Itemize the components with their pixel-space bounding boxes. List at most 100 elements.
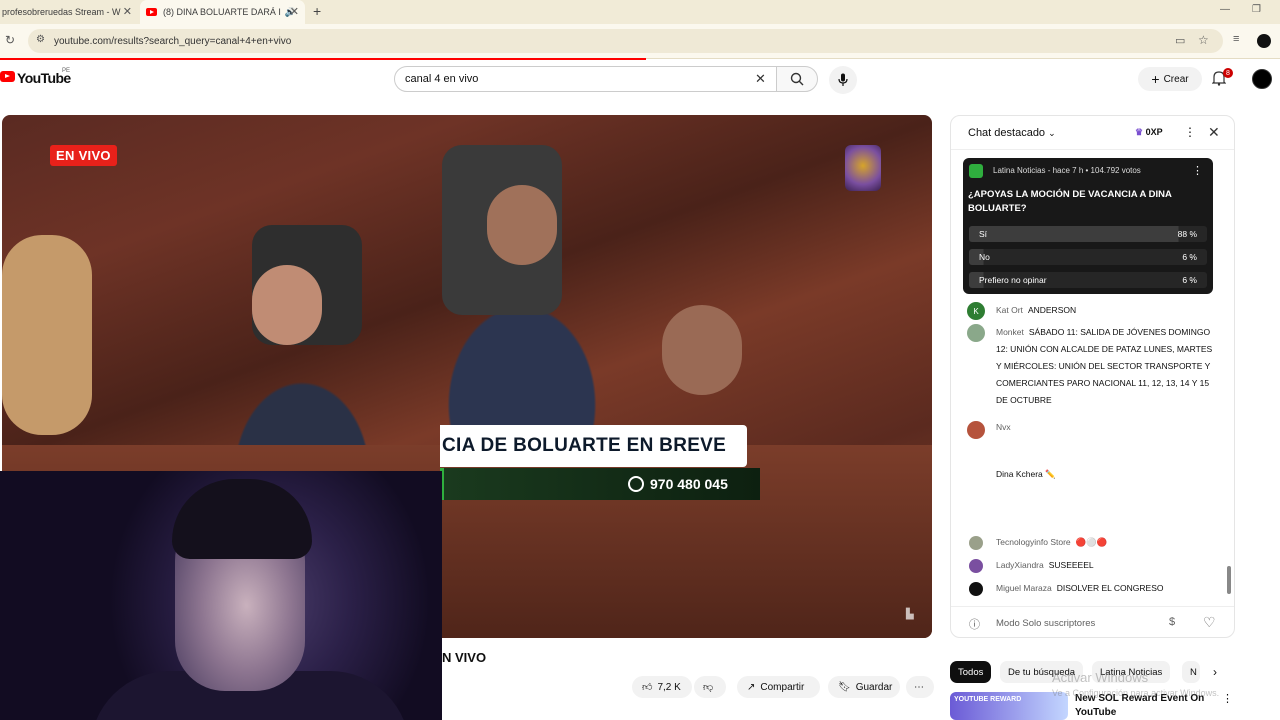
chat-author[interactable]: Monket (996, 327, 1024, 337)
poll-question: ¿APOYAS LA MOCIÓN DE VACANCIA A DINA BOL… (968, 189, 1172, 214)
minimize-icon[interactable]: — (1220, 4, 1230, 15)
chat-avatar[interactable] (967, 324, 985, 342)
notification-count-badge: 8 (1223, 68, 1233, 78)
tab-title: profesobreruedas Stream - W (2, 7, 121, 17)
address-bar[interactable]: ⚙ youtube.com/results?search_query=canal… (28, 29, 1223, 53)
new-tab-icon[interactable]: + (313, 3, 321, 19)
create-button[interactable]: + Crear (1138, 67, 1202, 91)
windows-activation-subtext: Ve a Configuración para activar Windows. (1052, 688, 1220, 698)
tab-dina-boluarte[interactable]: (8) DINA BOLUARTE DARÁ I 🔊 ✕ (140, 0, 305, 24)
tab-close-icon[interactable]: ✕ (123, 5, 132, 18)
recommendation-more-icon[interactable]: ⋮ (1222, 692, 1233, 705)
voice-search-button[interactable] (829, 66, 857, 94)
microphone-icon (838, 73, 848, 86)
chat-poll-card: Latina Noticias - hace 7 h • 104.792 vot… (963, 158, 1213, 294)
chevron-right-icon[interactable]: › (1213, 665, 1217, 679)
reload-icon[interactable]: ↻ (5, 33, 15, 47)
region-code: PE (62, 68, 71, 74)
chat-author[interactable]: Miguel Maraza (996, 583, 1052, 593)
poll-option-prefiero-no-opinar[interactable]: Prefiero no opinar 6 % (969, 272, 1207, 288)
share-button[interactable]: ↗ Compartir (737, 676, 820, 698)
chip-todos[interactable]: Todos (950, 661, 992, 683)
crown-icon: ♛ (1135, 127, 1144, 137)
chat-message: Tecnologyinfo Store 🔴⚪🔴 (996, 534, 1234, 551)
phone-number: 970 480 045 (650, 476, 728, 492)
share-label: Compartir (760, 681, 805, 693)
info-icon[interactable]: ⓘ (969, 616, 980, 632)
address-bar-area: ↻ ⚙ youtube.com/results?search_query=can… (0, 24, 1280, 59)
chat-author[interactable]: Kat Ort (996, 305, 1023, 315)
person-left-image (2, 235, 92, 435)
recommendation-thumbnail[interactable]: YOUTUBE REWARD (950, 692, 1068, 720)
chat-message: Miguel Maraza DISOLVER EL CONGRESO (996, 580, 1234, 597)
chat-author[interactable]: LadyXiandra (996, 560, 1044, 570)
close-chat-icon[interactable]: ✕ (1208, 124, 1220, 141)
chat-avatar[interactable] (969, 536, 983, 550)
chat-avatar[interactable] (967, 421, 985, 439)
whatsapp-icon (628, 476, 644, 492)
site-info-icon[interactable]: ⚙ (36, 34, 45, 45)
media-control-icon[interactable]: ≡ (1233, 33, 1239, 45)
search-button[interactable] (776, 66, 818, 92)
clear-search-icon[interactable]: ✕ (755, 71, 766, 87)
streamer-hair-image (172, 479, 312, 559)
bookmark-icon: 🔖︎ (838, 681, 851, 693)
profile-avatar[interactable] (1257, 34, 1271, 48)
poll-channel-name: Latina Noticias (993, 166, 1046, 175)
chip-n[interactable]: N (1182, 661, 1200, 683)
chat-avatar[interactable]: K (967, 302, 985, 320)
thumbnail-text: YOUTUBE REWARD (954, 696, 1022, 703)
super-chat-icon[interactable]: $ (1169, 616, 1175, 628)
chat-avatar[interactable] (969, 582, 983, 596)
chat-author[interactable]: Tecnologyinfo Store (996, 537, 1071, 547)
poll-option-percent: 6 % (1182, 252, 1197, 262)
poll-option-si[interactable]: Sí 88 % (969, 226, 1207, 242)
like-button[interactable]: 👍︎ 7,2 K (632, 676, 692, 698)
poll-more-icon[interactable]: ⋮ (1192, 164, 1203, 177)
more-actions-button[interactable]: ⋯ (906, 676, 934, 698)
chat-author[interactable]: Nvx (996, 422, 1011, 432)
poll-meta-text: hace 7 h • 104.792 votos (1052, 166, 1141, 175)
chat-message: LadyXiandra SUSEEEEL (996, 557, 1234, 574)
channel-watermark-logo (845, 145, 881, 191)
bookmark-star-icon[interactable]: ☆ (1198, 33, 1209, 47)
headline-text: CIA DE BOLUARTE EN BREVE (442, 435, 727, 456)
heart-icon[interactable]: ♡ (1203, 614, 1216, 631)
more-horizontal-icon: ⋯ (914, 681, 924, 693)
live-chat-panel: Chat destacado ⌄ ♛ 0XP ⋮ ✕ Latina Notici… (950, 115, 1235, 638)
xp-value: 0XP (1145, 127, 1163, 137)
youtube-logo-icon[interactable] (0, 71, 15, 82)
chat-message: Nvx (996, 419, 1234, 436)
tab-profesobreruedas[interactable]: profesobreruedas Stream - W ✕ (0, 0, 138, 24)
cast-icon[interactable]: ▭ (1175, 34, 1185, 47)
chat-avatar[interactable] (969, 559, 983, 573)
channel-avatar-icon (969, 164, 983, 178)
video-title: N VIVO (442, 650, 487, 665)
tab-close-icon[interactable]: ✕ (290, 5, 299, 18)
chevron-down-icon: ⌄ (1048, 128, 1056, 138)
more-vertical-icon[interactable]: ⋮ (1184, 125, 1196, 139)
url-text: youtube.com/results?search_query=canal+4… (54, 35, 292, 47)
poll-option-label: Prefiero no opinar (979, 275, 1047, 285)
live-badge: EN VIVO (50, 145, 117, 166)
account-avatar[interactable] (1252, 69, 1272, 89)
maximize-icon[interactable]: ❐ (1252, 4, 1261, 15)
chat-scrollbar[interactable] (1227, 566, 1231, 594)
dislike-button[interactable]: 👎︎ (694, 676, 726, 698)
save-button[interactable]: 🔖︎ Guardar (828, 676, 900, 698)
search-input[interactable]: canal 4 en vivo ✕ (394, 66, 777, 92)
poll-option-percent: 6 % (1182, 275, 1197, 285)
save-label: Guardar (855, 681, 893, 693)
browser-tab-bar: profesobreruedas Stream - W ✕ (8) DINA B… (0, 0, 1280, 24)
search-query-text: canal 4 en vivo (405, 73, 479, 85)
chat-mode-dropdown[interactable]: Chat destacado ⌄ (968, 127, 1056, 139)
chat-footer: ⓘ Modo Solo suscriptores $ ♡ (951, 606, 1234, 637)
search-icon (790, 72, 804, 86)
chat-message: Kat Ort ANDERSON (996, 302, 1234, 319)
chat-message-text: ANDERSON (1027, 305, 1077, 315)
chat-message-text: SÁBADO 11: SALIDA DE JÓVENES DOMINGO 12:… (996, 327, 1213, 405)
poll-option-no[interactable]: No 6 % (969, 249, 1207, 265)
youtube-favicon-icon (146, 8, 157, 16)
plus-icon: + (1151, 71, 1160, 87)
xp-badge[interactable]: ♛ 0XP (1135, 127, 1163, 138)
